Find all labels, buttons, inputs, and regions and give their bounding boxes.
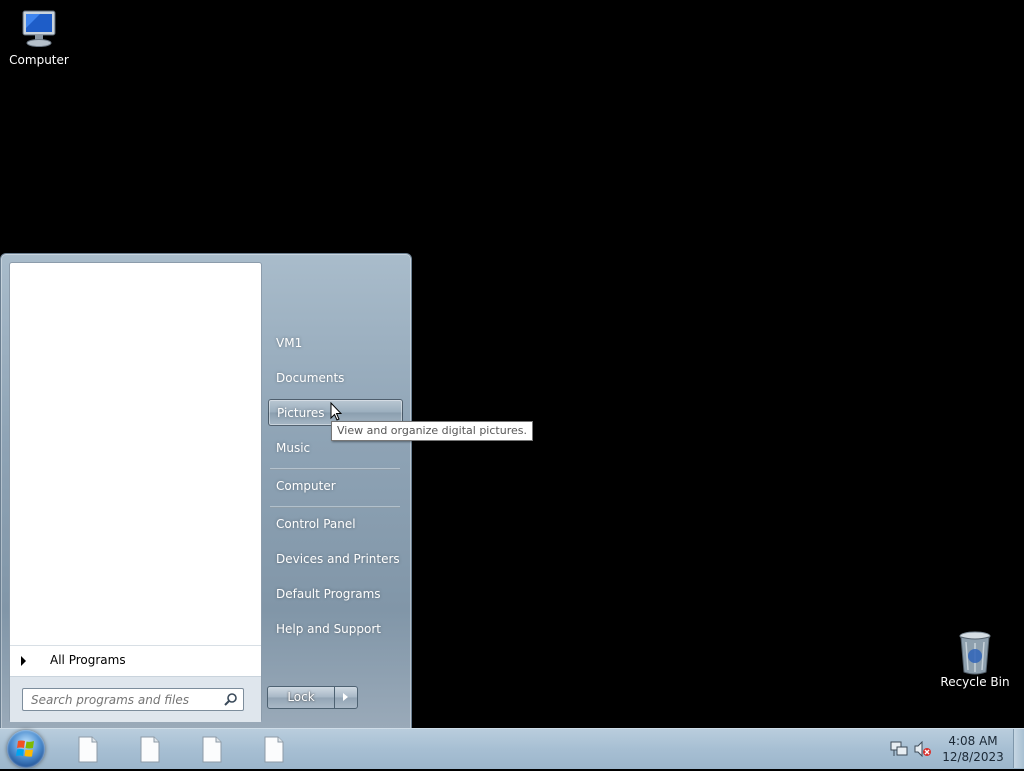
taskbar-clock[interactable]: 4:08 AM 12/8/2023 [940,733,1006,765]
start-button[interactable] [7,730,45,768]
search-icon[interactable] [224,692,238,706]
file-icon[interactable] [77,736,99,763]
start-item-vm1[interactable]: VM1 [268,330,403,357]
taskbar: 4:08 AM 12/8/2023 [0,728,1024,769]
windows-logo-icon [16,740,34,757]
start-item-default-programs[interactable]: Default Programs [268,581,403,608]
start-item-computer[interactable]: Computer [268,473,403,500]
desktop-icon-computer[interactable]: Computer [3,8,75,67]
start-item-control-panel[interactable]: Control Panel [268,511,403,538]
computer-icon [18,8,60,50]
tooltip: View and organize digital pictures. [331,421,533,441]
programs-pane: All Programs [9,262,262,722]
menu-separator [270,468,400,470]
triangle-right-icon [21,656,26,666]
file-icon[interactable] [201,736,223,763]
volume-muted-icon[interactable] [914,741,932,757]
search-area [10,676,261,722]
all-programs-label: All Programs [50,653,126,667]
clock-date: 12/8/2023 [942,750,1004,764]
network-icon[interactable] [890,741,908,757]
search-input[interactable] [29,691,218,709]
desktop-icon-label: Recycle Bin [940,675,1010,689]
start-item-help-and-support[interactable]: Help and Support [268,616,403,643]
start-item-devices-and-printers[interactable]: Devices and Printers [268,546,403,573]
shutdown-options-arrow-button[interactable] [334,686,358,709]
file-icon[interactable] [139,736,161,763]
desktop-icon-label: Computer [9,53,69,67]
all-programs-button[interactable]: All Programs [10,645,261,676]
start-item-documents[interactable]: Documents [268,365,403,392]
system-tray [888,739,934,759]
recycle-bin-icon [954,630,996,675]
lock-button[interactable]: Lock [267,686,335,709]
file-icon[interactable] [263,736,285,763]
show-desktop-button[interactable] [1013,729,1024,768]
mouse-cursor-icon [330,402,342,421]
search-box[interactable] [22,688,244,711]
desktop-icon-recycle-bin[interactable]: Recycle Bin [939,630,1011,689]
menu-separator [270,506,400,508]
clock-time: 4:08 AM [948,734,998,748]
